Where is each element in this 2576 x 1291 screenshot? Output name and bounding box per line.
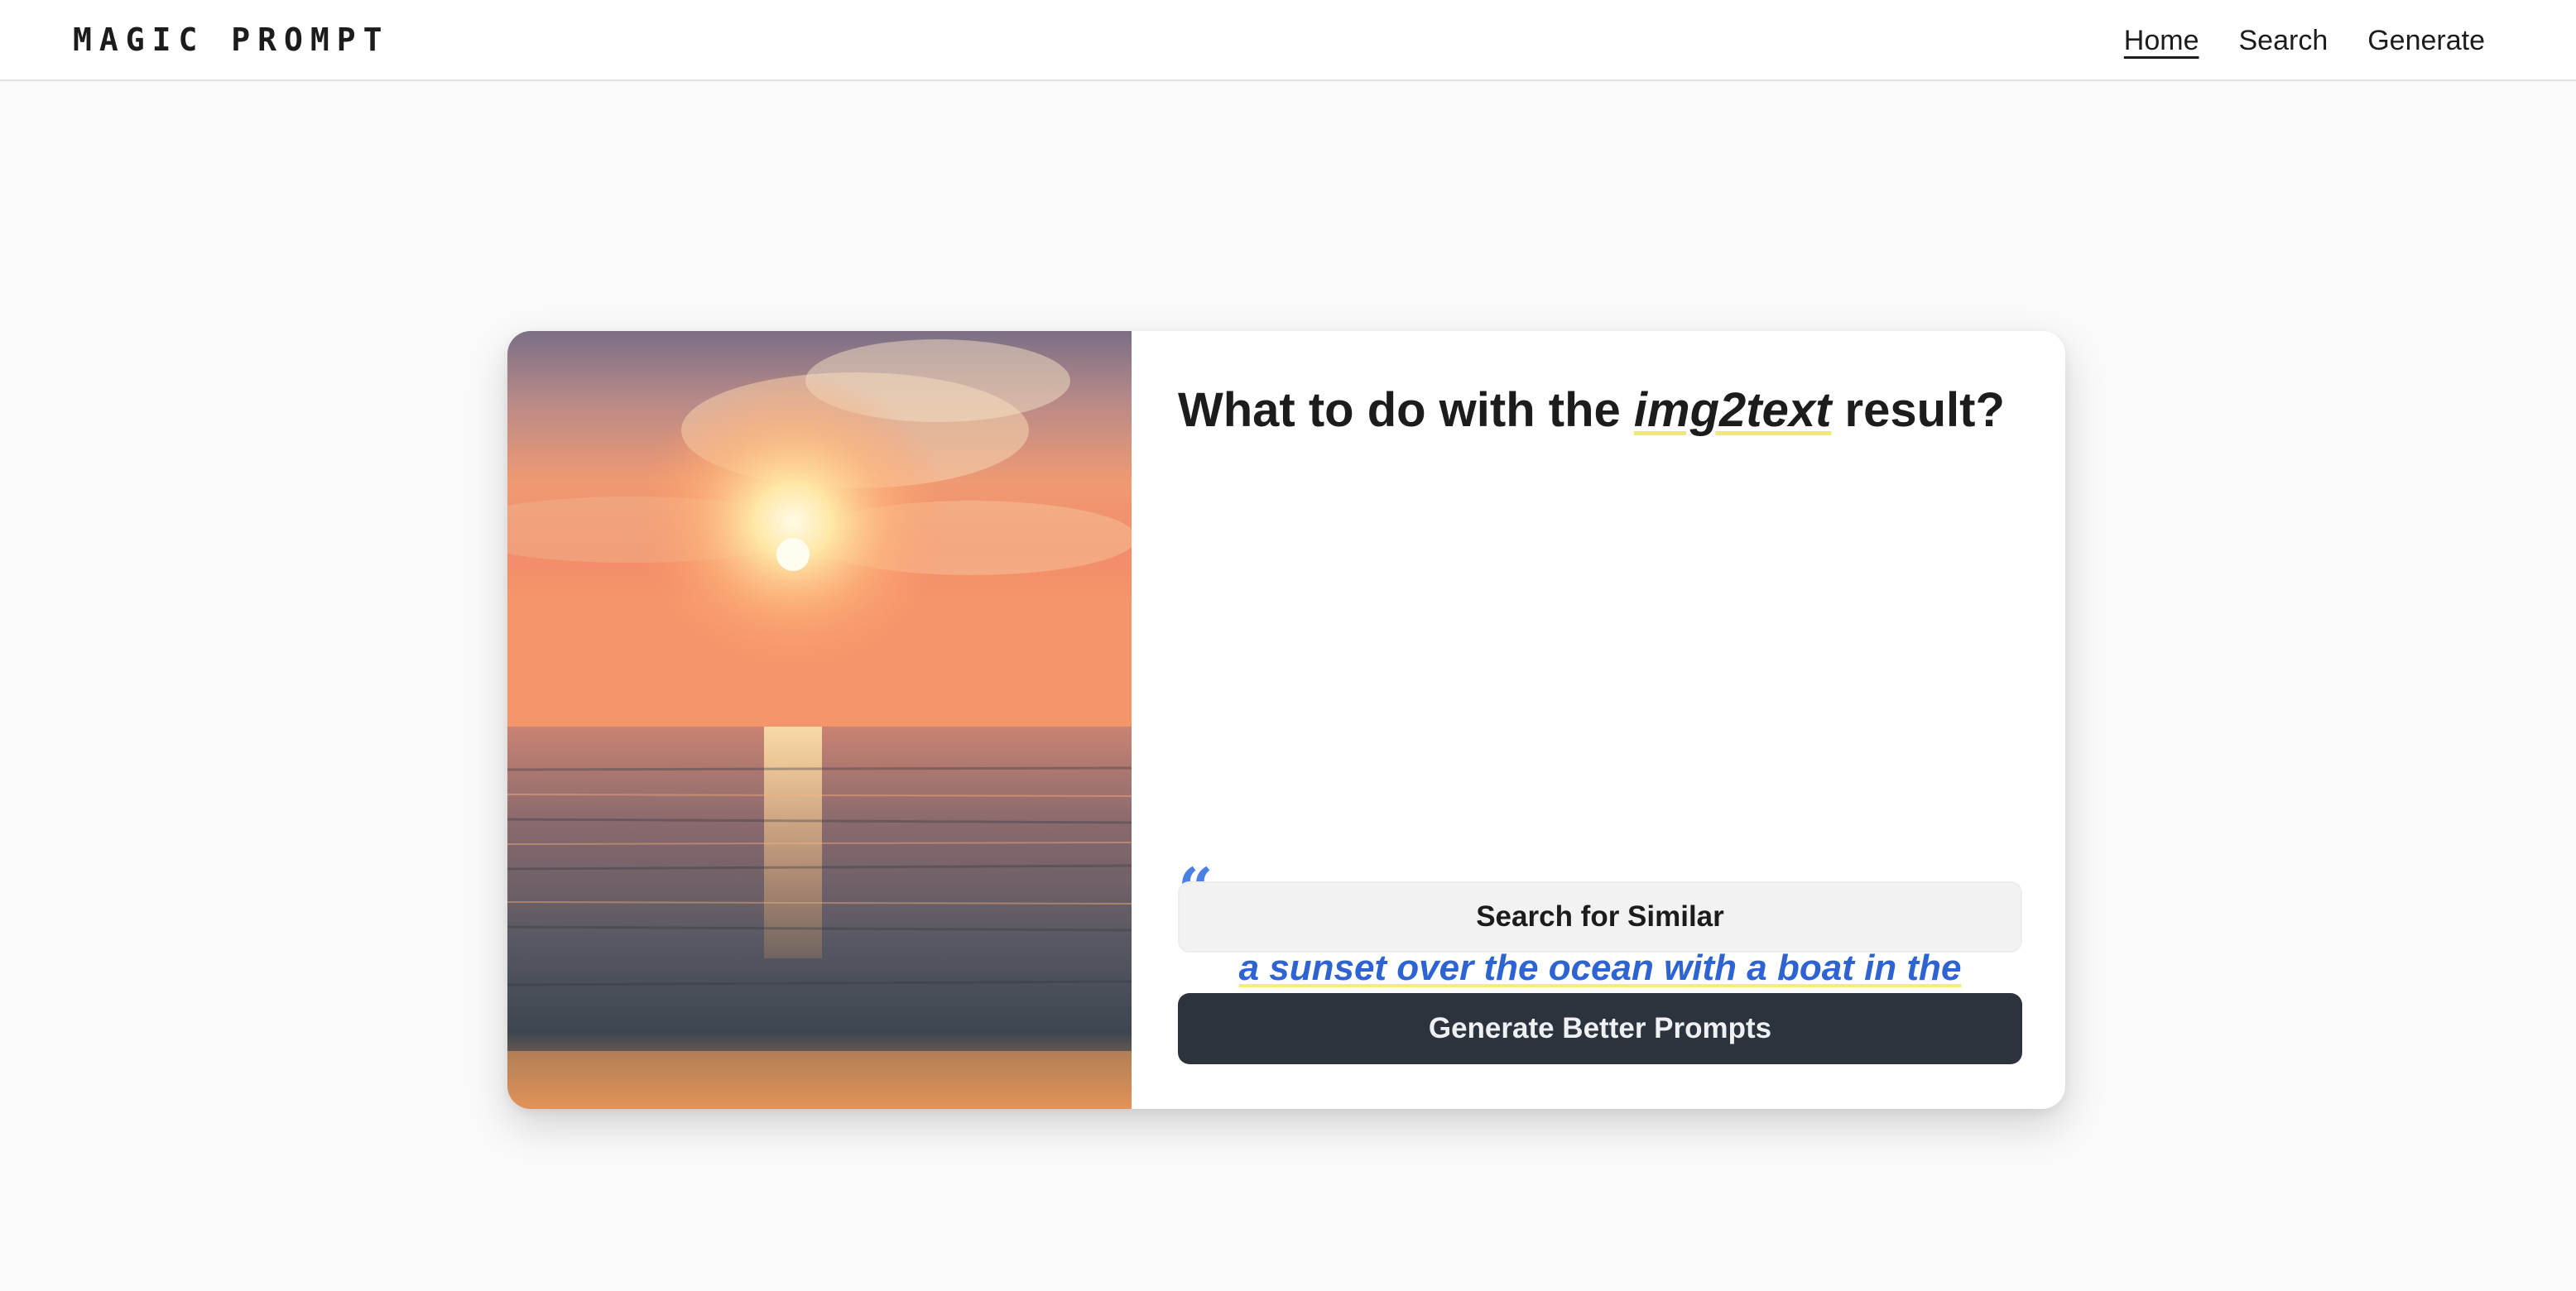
nav-home-link[interactable]: Home bbox=[2124, 25, 2199, 57]
heading-prefix: What to do with the bbox=[1178, 383, 1621, 437]
caption-line-1: a sunset over the ocean with a boat in t… bbox=[1238, 948, 1962, 988]
nav-generate-link[interactable]: Generate bbox=[2367, 25, 2485, 57]
generate-better-prompts-button[interactable]: Generate Better Prompts bbox=[1178, 993, 2022, 1064]
uploaded-image bbox=[507, 331, 1132, 1109]
app-logo[interactable]: MAGIC PROMPT bbox=[73, 22, 390, 58]
main-nav: Home Search Generate bbox=[2124, 25, 2485, 57]
nav-search-link[interactable]: Search bbox=[2239, 25, 2328, 57]
heading-suffix: result? bbox=[1844, 383, 2005, 437]
result-panel: What to do with the img2text result? “ a… bbox=[1132, 331, 2065, 1109]
result-card: What to do with the img2text result? “ a… bbox=[507, 331, 2065, 1109]
heading-emphasis: img2text bbox=[1633, 383, 1832, 437]
search-similar-button[interactable]: Search for Similar bbox=[1178, 881, 2022, 953]
page-title: What to do with the img2text result? bbox=[1178, 382, 2039, 438]
top-navigation-bar: MAGIC PROMPT Home Search Generate bbox=[0, 0, 2576, 81]
